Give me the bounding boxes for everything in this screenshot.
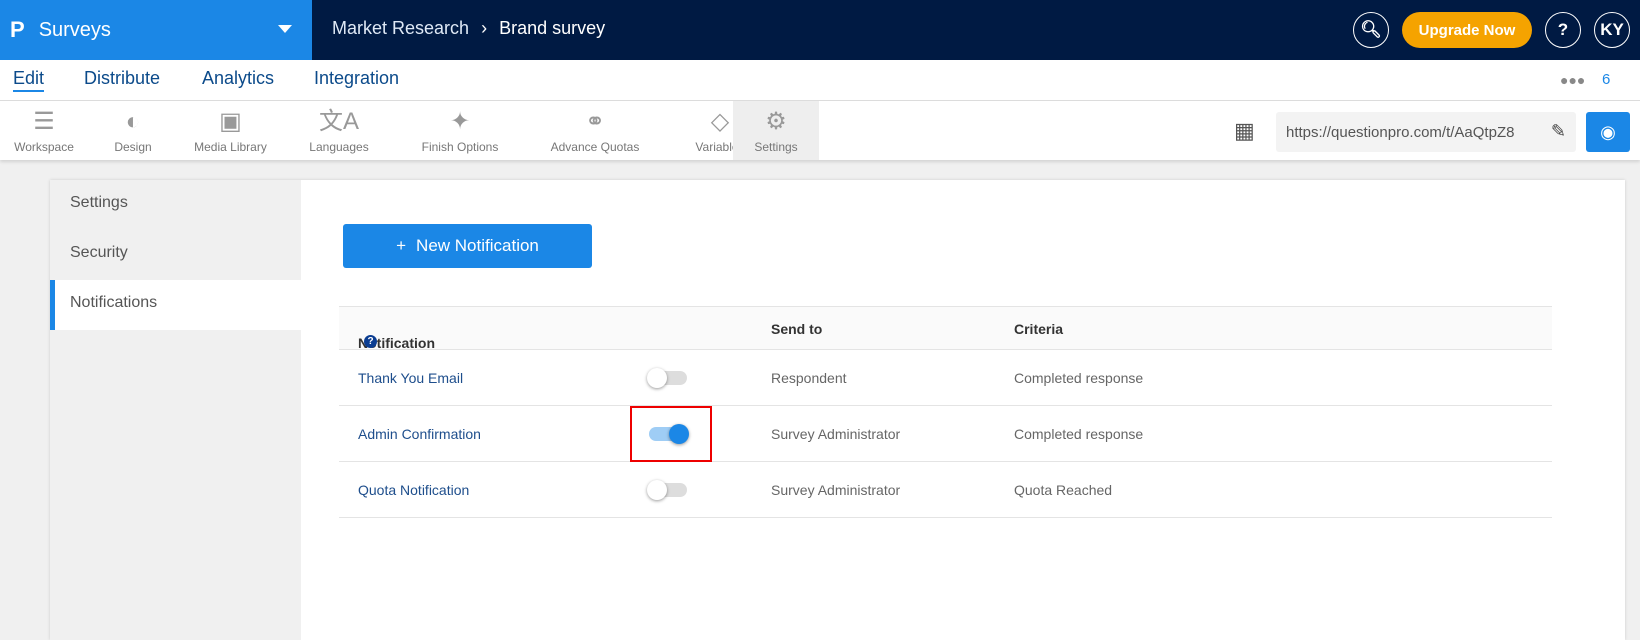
sidebar-item-security[interactable]: Security bbox=[50, 230, 301, 280]
image-icon: ▣ bbox=[219, 108, 242, 135]
breadcrumb: Market Research › Brand survey bbox=[332, 18, 605, 39]
tool-design[interactable]: ◐ Design bbox=[88, 101, 178, 160]
magic-wand-icon: ✦ bbox=[449, 108, 471, 135]
avatar[interactable]: KY bbox=[1594, 12, 1630, 48]
help-icon[interactable]: ? bbox=[364, 335, 377, 348]
toggle-knob bbox=[647, 480, 667, 500]
collaborators-count[interactable]: 6 bbox=[1602, 71, 1610, 88]
send-to: Survey Administrator bbox=[771, 426, 901, 442]
tag-icon: ◇ bbox=[710, 108, 730, 135]
tool-finish-options[interactable]: ✦ Finish Options bbox=[395, 101, 525, 160]
caret-down-icon bbox=[278, 25, 292, 33]
table-row: Thank You Email Respondent Completed res… bbox=[339, 350, 1552, 406]
header-criteria: Criteria bbox=[1014, 321, 1064, 337]
link-icon: ⚭ bbox=[584, 108, 606, 135]
tool-workspace[interactable]: ☰ Workspace bbox=[0, 101, 88, 160]
pencil-icon[interactable]: ✎ bbox=[1550, 121, 1566, 142]
settings-card: Settings Security Notifications + New Not… bbox=[50, 180, 1625, 640]
sidebar-item-settings[interactable]: Settings bbox=[50, 180, 301, 230]
new-notification-button[interactable]: + New Notification bbox=[343, 224, 592, 268]
settings-sidebar: Settings Security Notifications bbox=[50, 180, 301, 640]
logo: P bbox=[10, 17, 25, 42]
table-header: Notification? Send to Criteria bbox=[339, 306, 1552, 351]
notifications-table: Notification? Send to Criteria Thank You… bbox=[339, 306, 1552, 518]
tab-edit[interactable]: Edit bbox=[13, 68, 45, 92]
criteria: Quota Reached bbox=[1014, 482, 1113, 498]
tab-integration[interactable]: Integration bbox=[314, 68, 399, 89]
toolbar: ☰ Workspace ◐ Design ▣ Media Library 文A Lang… bbox=[0, 101, 1640, 160]
toggle-knob bbox=[647, 368, 667, 388]
eye-icon: ◉ bbox=[1600, 121, 1616, 142]
criteria: Completed response bbox=[1014, 370, 1144, 386]
breadcrumb-survey: Brand survey bbox=[499, 18, 606, 38]
upgrade-button[interactable]: Upgrade Now bbox=[1402, 12, 1532, 48]
product-switcher[interactable]: P Surveys bbox=[0, 0, 312, 60]
tab-analytics[interactable]: Analytics bbox=[202, 68, 274, 89]
collaborators-icon[interactable]: ●●● bbox=[1560, 72, 1585, 88]
tool-label: Finish Options bbox=[421, 140, 499, 154]
tool-languages[interactable]: 文A Languages bbox=[283, 101, 395, 160]
search-icon: 🔍︎ bbox=[1360, 20, 1382, 39]
help-button[interactable]: ? bbox=[1545, 12, 1581, 48]
tool-label: Workspace bbox=[14, 140, 74, 154]
search-button[interactable]: 🔍︎ bbox=[1353, 12, 1389, 48]
survey-url: https://questionpro.com/t/AaQtpZ8 bbox=[1286, 124, 1515, 141]
chevron-right-icon: › bbox=[481, 18, 488, 38]
tool-label: Advance Quotas bbox=[550, 140, 640, 154]
send-to: Survey Administrator bbox=[771, 482, 901, 498]
notification-name[interactable]: Quota Notification bbox=[358, 482, 469, 498]
tool-label: Media Library bbox=[194, 140, 267, 154]
button-label: New Notification bbox=[416, 236, 539, 255]
notification-name[interactable]: Admin Confirmation bbox=[358, 426, 481, 442]
notification-toggle[interactable] bbox=[647, 480, 687, 500]
workspace-icon: ☰ bbox=[33, 108, 55, 135]
survey-url-field[interactable]: https://questionpro.com/t/AaQtpZ8 ✎ bbox=[1276, 112, 1576, 152]
product-name: Surveys bbox=[38, 18, 111, 41]
translate-icon: 文A bbox=[318, 108, 359, 135]
tool-media-library[interactable]: ▣ Media Library bbox=[178, 101, 283, 160]
preview-button[interactable]: ◉ bbox=[1586, 112, 1630, 152]
table-row: Admin Confirmation Survey Administrator … bbox=[339, 406, 1552, 462]
header-send-to: Send to bbox=[771, 321, 823, 337]
sidebar-item-notifications[interactable]: Notifications bbox=[50, 280, 301, 330]
main-nav: Edit Distribute Analytics Integration ●●… bbox=[0, 60, 1640, 101]
tool-settings[interactable]: ⚙ Settings bbox=[733, 101, 819, 160]
breadcrumb-folder[interactable]: Market Research bbox=[332, 18, 469, 39]
qr-code-icon[interactable]: ▦ bbox=[1234, 118, 1255, 144]
tool-advance-quotas[interactable]: ⚭ Advance Quotas bbox=[525, 101, 665, 160]
plus-icon: + bbox=[396, 236, 407, 255]
tool-label: Languages bbox=[309, 140, 369, 154]
table-row: Quota Notification Survey Administrator … bbox=[339, 462, 1552, 518]
send-to: Respondent bbox=[771, 370, 847, 386]
notification-toggle[interactable] bbox=[647, 368, 687, 388]
notification-name[interactable]: Thank You Email bbox=[358, 370, 463, 386]
criteria: Completed response bbox=[1014, 426, 1144, 442]
palette-icon: ◐ bbox=[125, 108, 141, 135]
highlight-box bbox=[630, 406, 712, 462]
tool-label: Settings bbox=[754, 140, 798, 154]
top-bar: P Surveys Market Research › Brand survey… bbox=[0, 0, 1640, 60]
gear-icon: ⚙ bbox=[765, 108, 787, 135]
tool-label: Design bbox=[114, 140, 152, 154]
tab-distribute[interactable]: Distribute bbox=[84, 68, 160, 89]
